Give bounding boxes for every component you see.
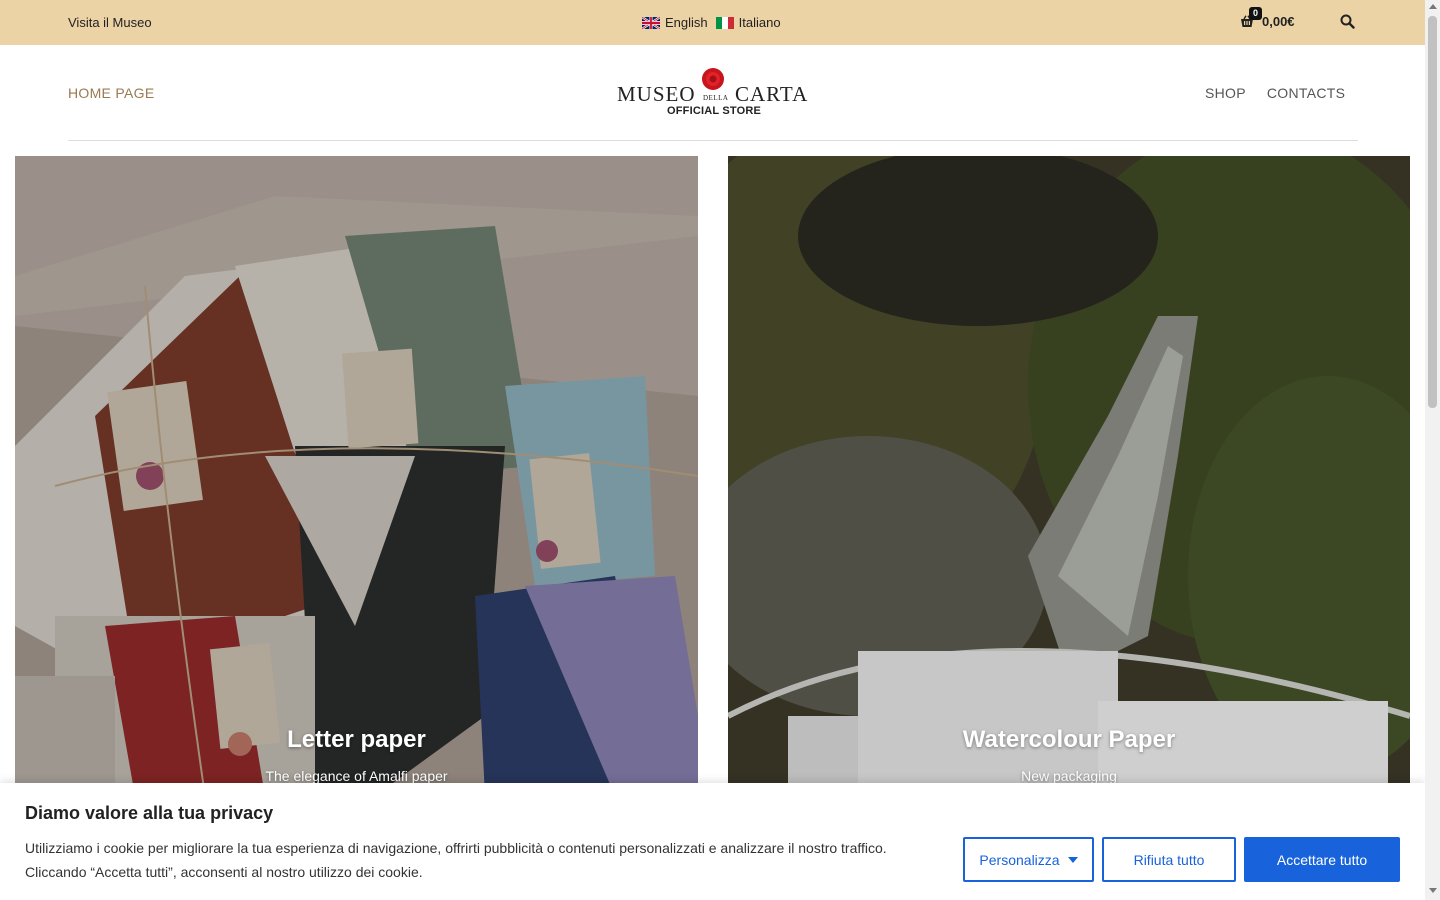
site-logo[interactable]: MUSEO DELLA CARTA OFFICIAL STORE xyxy=(617,67,807,122)
nav-contacts[interactable]: CONTACTS xyxy=(1267,85,1345,101)
cart-total: 0,00€ xyxy=(1262,14,1295,29)
letter-paper-photo xyxy=(15,156,698,796)
uk-flag-icon xyxy=(642,16,660,29)
caret-down-icon xyxy=(1067,856,1078,863)
red-rose-seal-icon xyxy=(702,68,724,90)
scroll-up-arrow-icon[interactable] xyxy=(1429,4,1437,9)
logo-museo-text: MUSEO xyxy=(617,82,696,106)
cookie-title: Diamo valore alla tua privacy xyxy=(25,803,274,823)
logo-carta-text: CARTA xyxy=(735,82,809,106)
accept-all-button[interactable]: Accettare tutto xyxy=(1244,837,1400,882)
scroll-down-arrow-icon[interactable] xyxy=(1429,888,1437,893)
site-header: HOME PAGE MUSEO DELLA CARTA OFFICIAL STO… xyxy=(0,45,1425,141)
language-italian[interactable]: Italiano xyxy=(715,15,781,30)
page-scrollbar[interactable] xyxy=(1425,0,1440,900)
language-english[interactable]: English xyxy=(642,15,708,30)
nav-shop[interactable]: SHOP xyxy=(1205,85,1246,101)
watercolour-paper-photo xyxy=(728,156,1410,796)
nav-home-page[interactable]: HOME PAGE xyxy=(68,85,154,101)
search-icon xyxy=(1340,14,1355,29)
top-bar: Visita il Museo English Italiano 0 0,00€ xyxy=(0,0,1425,45)
logo-official-store-text: OFFICIAL STORE xyxy=(667,105,762,117)
italy-flag-icon xyxy=(715,16,734,29)
reject-all-button[interactable]: Rifiuta tutto xyxy=(1102,837,1236,882)
category-card-letter-paper[interactable]: Letter paper The elegance of Amalfi pape… xyxy=(15,156,698,796)
card-title: Watercolour Paper xyxy=(962,726,1176,753)
header-divider xyxy=(68,140,1358,141)
customize-button[interactable]: Personalizza xyxy=(963,837,1094,882)
search-button[interactable] xyxy=(1340,14,1355,34)
card-title: Letter paper xyxy=(287,726,426,753)
language-switcher: English Italiano xyxy=(642,15,783,30)
cart-count-badge: 0 xyxy=(1249,7,1262,20)
cart-button[interactable]: 0 0,00€ xyxy=(1240,7,1295,29)
customize-label: Personalizza xyxy=(979,851,1060,868)
cookie-description: Utilizziamo i cookie per migliorare la t… xyxy=(25,840,887,880)
card-subtitle: New packaging xyxy=(1021,768,1117,784)
language-english-label: English xyxy=(665,15,708,30)
scrollbar-thumb[interactable] xyxy=(1428,16,1437,408)
language-italian-label: Italiano xyxy=(738,15,781,30)
visit-museum-link[interactable]: Visita il Museo xyxy=(68,15,152,30)
main-nav: SHOP CONTACTS xyxy=(1205,85,1345,101)
cookie-consent-banner: Diamo valore alla tua privacy Utilizziam… xyxy=(0,783,1425,900)
logo-della-text: DELLA xyxy=(703,94,729,102)
card-subtitle: The elegance of Amalfi paper xyxy=(265,768,448,784)
category-card-watercolour-paper[interactable]: Watercolour Paper New packaging xyxy=(728,156,1410,796)
